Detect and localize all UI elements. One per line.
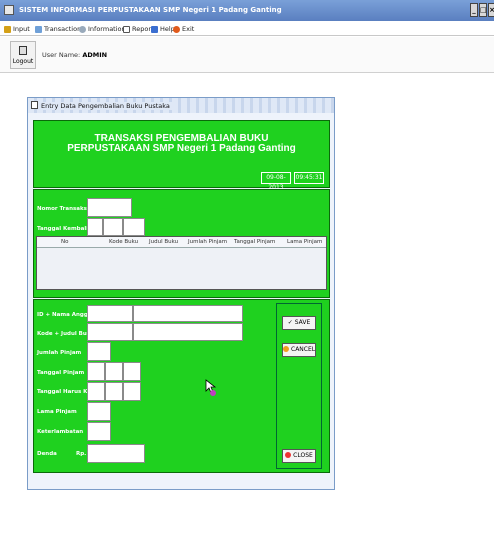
col-judul-buku: Judul Buku: [149, 239, 179, 245]
close-label: CLOSE: [293, 452, 313, 459]
button-panel: ✓ SAVE CANCEL CLOSE: [276, 303, 322, 469]
user-info: User Name: ADMIN: [42, 51, 107, 59]
menu-help[interactable]: Help: [151, 24, 175, 34]
application-window: SISTEM INFORMASI PERPUSTAKAAN SMP Negeri…: [0, 0, 494, 538]
keterlambatan-field[interactable]: [87, 422, 111, 441]
report-icon: [123, 25, 130, 33]
transaction-panel: Nomor Transaksi Tanggal Kembali No Kode …: [33, 189, 330, 298]
help-icon: [151, 25, 158, 33]
menu-input[interactable]: Input: [4, 24, 30, 34]
window-title: SISTEM INFORMASI PERPUSTAKAAN SMP Negeri…: [19, 6, 282, 14]
tanggal-kembali-label: Tanggal Kembali: [37, 226, 89, 232]
menu-input-label: Input: [13, 25, 30, 33]
user-name: ADMIN: [82, 51, 108, 59]
frame-title-bar[interactable]: Entry Data Pengembalian Buku Pustaka: [28, 98, 334, 113]
col-lama-pinjam: Lama Pinjam: [287, 239, 323, 245]
menu-information[interactable]: Information: [79, 24, 126, 34]
col-tanggal-pinjam: Tanggal Pinjam: [234, 239, 276, 245]
menu-information-label: Information: [88, 25, 126, 33]
menu-report[interactable]: Report: [123, 24, 154, 34]
jumlah-field[interactable]: [87, 342, 111, 361]
denda-label: Denda: [37, 451, 57, 457]
toolbar: Logout User Name: ADMIN: [0, 37, 494, 73]
keterlambatan-label: Keterlambatan: [37, 429, 84, 435]
tgl-pinjam-label: Tanggal Pinjam: [37, 370, 85, 376]
frame-title: Entry Data Pengembalian Buku Pustaka: [41, 102, 174, 110]
app-icon: [4, 5, 14, 15]
tgl-pinjam-day-field[interactable]: [87, 362, 105, 381]
col-no: No: [61, 239, 69, 245]
save-label: SAVE: [294, 319, 311, 326]
menu-exit[interactable]: Exit: [173, 24, 194, 34]
kode-buku-field[interactable]: [87, 323, 133, 341]
save-button[interactable]: ✓ SAVE: [282, 316, 316, 330]
close-icon: [285, 452, 292, 458]
time-display: 09:45:31: [294, 172, 324, 184]
denda-field[interactable]: [87, 444, 145, 463]
logout-button[interactable]: Logout: [10, 41, 36, 69]
tgl-pinjam-month-field[interactable]: [105, 362, 123, 381]
magnifier-icon: [79, 25, 86, 33]
transaction-icon: [35, 25, 42, 33]
input-icon: [4, 25, 11, 33]
col-kode-buku: Kode Buku: [109, 239, 139, 245]
user-prefix: User Name:: [42, 51, 81, 59]
cancel-button[interactable]: CANCEL: [282, 343, 316, 357]
lama-label: Lama Pinjam: [37, 409, 77, 415]
exit-icon: [173, 25, 180, 33]
door-icon: [19, 46, 27, 55]
menu-transaction[interactable]: Transaction: [35, 24, 81, 34]
table-header: No Kode Buku Judul Buku Jumlah Pinjam Ta…: [37, 237, 326, 248]
save-icon: ✓: [287, 319, 293, 326]
currency-label: Rp.: [76, 451, 87, 457]
detail-panel: ID + Nama Anggota Kode + Judul Buku Juml…: [33, 299, 330, 473]
header-panel: TRANSAKSI PENGEMBALIAN BUKU PERPUSTAKAAN…: [33, 120, 330, 191]
minimize-button[interactable]: _: [470, 3, 478, 17]
tgl-kembali-month-field[interactable]: [103, 218, 123, 236]
tgl-harus-month-field[interactable]: [105, 382, 123, 401]
tgl-harus-year-field[interactable]: [123, 382, 141, 401]
lama-field[interactable]: [87, 402, 111, 421]
title-bar: SISTEM INFORMASI PERPUSTAKAAN SMP Negeri…: [0, 0, 494, 21]
date-display: 09-08-2013: [261, 172, 291, 191]
close-button[interactable]: CLOSE: [282, 449, 316, 463]
close-window-button[interactable]: ×: [488, 3, 494, 17]
menu-transaction-label: Transaction: [44, 25, 82, 33]
menu-bar: Input Transaction Information Report Hel…: [0, 21, 494, 36]
mouse-cursor-icon: [205, 379, 217, 396]
id-anggota-field[interactable]: [87, 305, 133, 322]
tgl-pinjam-year-field[interactable]: [123, 362, 141, 381]
tgl-kembali-day-field[interactable]: [87, 218, 103, 236]
tgl-kembali-year-field[interactable]: [123, 218, 145, 236]
nama-anggota-field[interactable]: [133, 305, 243, 322]
frame-icon: [31, 101, 38, 109]
cancel-label: CANCEL: [291, 346, 316, 353]
maximize-button[interactable]: □: [479, 3, 487, 17]
no-transaksi-label: Nomor Transaksi: [37, 206, 89, 212]
jumlah-label: Jumlah Pinjam: [37, 350, 82, 356]
col-jumlah-pinjam: Jumlah Pinjam: [188, 239, 228, 245]
cancel-icon: [283, 346, 289, 352]
borrow-table[interactable]: No Kode Buku Judul Buku Jumlah Pinjam Ta…: [36, 236, 327, 290]
logout-label: Logout: [12, 58, 34, 65]
judul-buku-field[interactable]: [133, 323, 243, 341]
menu-exit-label: Exit: [182, 25, 195, 33]
buku-label: Kode + Judul Buku: [37, 331, 95, 337]
no-transaksi-field[interactable]: [87, 198, 132, 217]
tgl-harus-day-field[interactable]: [87, 382, 105, 401]
header-subtitle: PERPUSTAKAAN SMP Negeri 1 Padang Ganting: [67, 143, 296, 154]
